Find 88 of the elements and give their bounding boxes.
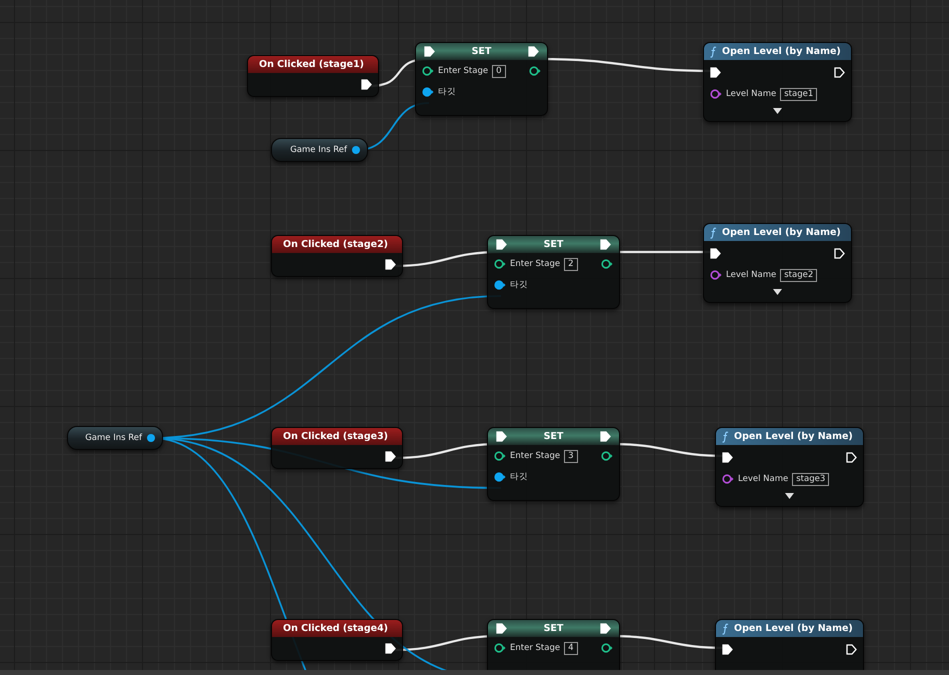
function-node[interactable]: Open Level (by Name) bbox=[715, 619, 864, 670]
set-node[interactable]: SET Enter Stage 2 타깃 bbox=[487, 235, 620, 309]
node-title: On Clicked (stage4) bbox=[283, 623, 388, 634]
value-field[interactable]: 2 bbox=[564, 258, 578, 270]
function-icon bbox=[722, 622, 729, 634]
node-title: Open Level (by Name) bbox=[734, 431, 853, 442]
data-pin-icon[interactable] bbox=[710, 270, 722, 280]
node-title: Open Level (by Name) bbox=[722, 227, 841, 238]
node-title: Open Level (by Name) bbox=[722, 46, 841, 57]
event-node[interactable]: On Clicked (stage1) bbox=[247, 55, 379, 97]
pin-label: Level Name bbox=[738, 474, 788, 484]
function-node[interactable]: Open Level (by Name) Level Name stage1 bbox=[703, 42, 852, 122]
exec-pin-icon[interactable] bbox=[710, 66, 721, 78]
value-field[interactable]: 0 bbox=[492, 64, 506, 78]
exec-pin-icon[interactable] bbox=[600, 239, 611, 250]
pin-label: 타깃 bbox=[438, 86, 456, 98]
pin-label: Enter Stage bbox=[510, 643, 560, 653]
node-title: SET bbox=[544, 623, 564, 634]
set-node[interactable]: SET Enter Stage 4 bbox=[487, 619, 620, 670]
node-title: On Clicked (stage2) bbox=[283, 239, 388, 250]
function-node[interactable]: Open Level (by Name) Level Name stage3 bbox=[715, 427, 864, 507]
set-node[interactable]: SET Enter Stage 3 타깃 bbox=[487, 427, 620, 501]
node-title: SET bbox=[544, 431, 564, 442]
value-field[interactable]: stage2 bbox=[780, 268, 818, 282]
exec-pin-icon[interactable] bbox=[600, 623, 611, 634]
exec-pin-icon[interactable] bbox=[385, 450, 396, 462]
data-pin-icon[interactable] bbox=[494, 280, 506, 290]
node-title: Game Ins Ref bbox=[85, 433, 142, 443]
function-icon bbox=[722, 430, 729, 442]
node-title: On Clicked (stage1) bbox=[259, 59, 364, 70]
data-pin-icon[interactable] bbox=[494, 472, 506, 482]
event-node[interactable]: On Clicked (stage2) bbox=[271, 235, 403, 277]
pin-label: 타깃 bbox=[510, 279, 528, 291]
exec-output-pin-icon[interactable] bbox=[846, 452, 857, 462]
exec-pin-icon[interactable] bbox=[710, 248, 721, 258]
value-field[interactable]: stage3 bbox=[792, 472, 830, 486]
set-node[interactable]: SET Enter Stage 0 타깃 bbox=[415, 42, 548, 116]
exec-pin-icon[interactable] bbox=[424, 46, 435, 57]
exec-pin-icon[interactable] bbox=[528, 46, 539, 57]
data-pin-icon[interactable] bbox=[422, 66, 434, 76]
data-pin-icon[interactable] bbox=[601, 643, 613, 653]
data-pin-icon[interactable] bbox=[146, 433, 156, 443]
expand-arrow-icon[interactable] bbox=[773, 289, 782, 295]
function-icon bbox=[710, 46, 717, 58]
exec-pin-icon[interactable] bbox=[385, 642, 396, 654]
exec-pin-icon[interactable] bbox=[361, 78, 372, 90]
pin-label: Enter Stage bbox=[510, 451, 560, 461]
exec-pin-icon[interactable] bbox=[496, 239, 507, 250]
value-field[interactable]: stage1 bbox=[780, 88, 818, 100]
value-field[interactable]: 3 bbox=[564, 450, 578, 462]
variable-node[interactable]: Game Ins Ref bbox=[67, 426, 163, 450]
data-pin-icon[interactable] bbox=[601, 259, 613, 269]
data-pin-icon[interactable] bbox=[601, 451, 613, 461]
pin-label: Enter Stage bbox=[510, 259, 560, 269]
function-node[interactable]: Open Level (by Name) Level Name stage2 bbox=[703, 223, 852, 303]
pin-label: Enter Stage bbox=[438, 66, 488, 76]
data-pin-icon[interactable] bbox=[422, 87, 434, 97]
event-node[interactable]: On Clicked (stage4) bbox=[271, 619, 403, 661]
data-pin-icon[interactable] bbox=[710, 89, 722, 99]
exec-pin-icon[interactable] bbox=[722, 452, 733, 462]
data-pin-icon[interactable] bbox=[351, 145, 361, 155]
pin-label: Level Name bbox=[726, 89, 776, 99]
exec-pin-icon[interactable] bbox=[600, 431, 611, 442]
pin-label: 타깃 bbox=[510, 471, 528, 483]
data-pin-icon[interactable] bbox=[494, 643, 506, 653]
exec-pin-icon[interactable] bbox=[496, 431, 507, 442]
exec-pin-icon[interactable] bbox=[496, 623, 507, 634]
exec-output-pin-icon[interactable] bbox=[834, 248, 845, 258]
node-title: Open Level (by Name) bbox=[734, 623, 853, 634]
exec-output-pin-icon[interactable] bbox=[846, 644, 857, 654]
node-title: Game Ins Ref bbox=[290, 145, 347, 155]
exec-output-pin-icon[interactable] bbox=[834, 66, 845, 78]
expand-arrow-icon[interactable] bbox=[773, 108, 782, 114]
value-field[interactable]: 4 bbox=[564, 642, 578, 654]
data-pin-icon[interactable] bbox=[529, 66, 541, 76]
function-icon bbox=[710, 226, 717, 238]
expand-arrow-icon[interactable] bbox=[785, 493, 794, 499]
node-title: SET bbox=[544, 239, 564, 250]
node-title: On Clicked (stage3) bbox=[283, 431, 388, 442]
event-node[interactable]: On Clicked (stage3) bbox=[271, 427, 403, 469]
exec-pin-icon[interactable] bbox=[722, 644, 733, 654]
data-pin-icon[interactable] bbox=[494, 451, 506, 461]
node-title: SET bbox=[472, 46, 492, 57]
variable-node[interactable]: Game Ins Ref bbox=[271, 138, 368, 162]
data-pin-icon[interactable] bbox=[722, 474, 734, 484]
pin-label: Level Name bbox=[726, 270, 776, 280]
data-pin-icon[interactable] bbox=[494, 259, 506, 269]
exec-pin-icon[interactable] bbox=[385, 258, 396, 270]
